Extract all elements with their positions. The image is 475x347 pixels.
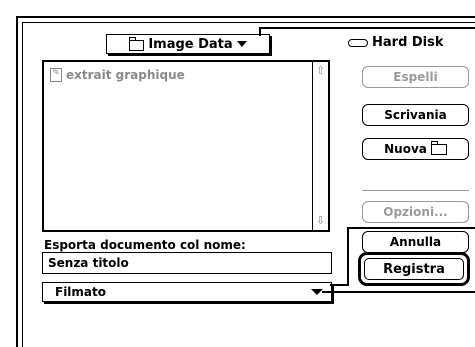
callout-line-filename: [330, 227, 475, 286]
callout-lines: [259, 27, 475, 293]
callout-line-folder: [259, 27, 475, 36]
